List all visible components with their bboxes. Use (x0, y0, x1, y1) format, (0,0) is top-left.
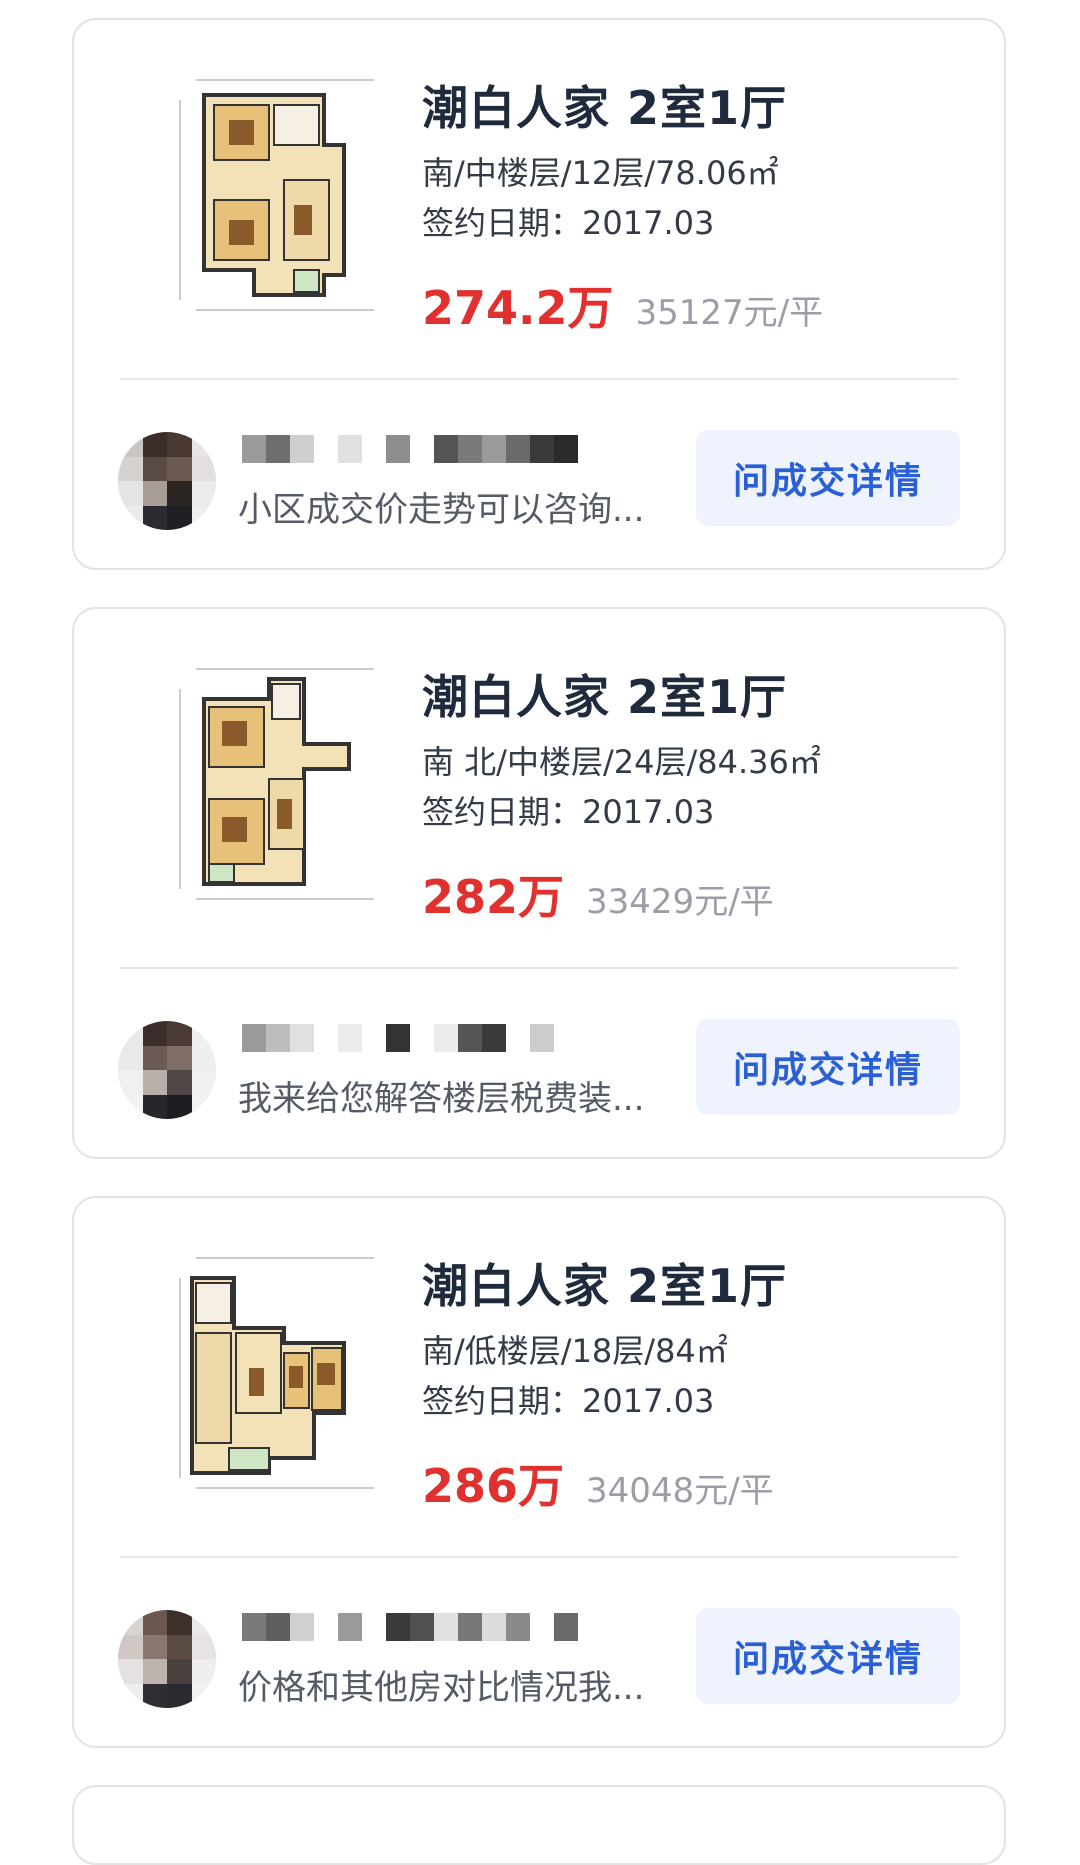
floor-plan-image[interactable] (174, 70, 394, 320)
unit-price: 35127元/平 (635, 293, 824, 333)
ask-deal-details-button[interactable]: 问成交详情 (696, 430, 960, 526)
divider (120, 378, 958, 380)
floor-plan-image[interactable] (174, 1248, 394, 1498)
listing-attributes: 南/低楼层/18层/84㎡ (422, 1332, 728, 1370)
ask-deal-details-button[interactable]: 问成交详情 (696, 1608, 960, 1704)
agent-name-blurred (242, 435, 602, 463)
unit-price: 33429元/平 (586, 882, 774, 922)
listing-title: 潮白人家 2室1厅 (422, 1259, 788, 1313)
agent-message: 我来给您解答楼层税费装... (238, 1079, 645, 1119)
price-row: 274.2万 35127元/平 (422, 272, 823, 338)
price-row: 286万 34048元/平 (422, 1450, 774, 1516)
agent-name-blurred (242, 1024, 602, 1052)
listing-title: 潮白人家 2室1厅 (422, 670, 788, 724)
sign-date: 签约日期：2017.03 (422, 1382, 715, 1420)
listing-card-1[interactable]: 潮白人家 2室1厅 南/中楼层/12层/78.06㎡ 签约日期：2017.03 … (72, 18, 1006, 570)
total-price: 274.2万 (422, 281, 614, 335)
agent-avatar[interactable] (118, 432, 216, 530)
divider (120, 967, 958, 969)
agent-avatar[interactable] (118, 1021, 216, 1119)
divider (120, 1556, 958, 1558)
total-price: 282万 (422, 870, 565, 924)
price-row: 282万 33429元/平 (422, 861, 774, 927)
listing-card-3[interactable]: 潮白人家 2室1厅 南/低楼层/18层/84㎡ 签约日期：2017.03 286… (72, 1196, 1006, 1748)
agent-message: 小区成交价走势可以咨询... (238, 490, 645, 530)
listing-card-4[interactable] (72, 1785, 1006, 1865)
agent-name-blurred (242, 1613, 602, 1641)
total-price: 286万 (422, 1459, 565, 1513)
floor-plan-image[interactable] (174, 659, 394, 909)
unit-price: 34048元/平 (586, 1471, 774, 1511)
sign-date: 签约日期：2017.03 (422, 204, 715, 242)
listing-card-2[interactable]: 潮白人家 2室1厅 南 北/中楼层/24层/84.36㎡ 签约日期：2017.0… (72, 607, 1006, 1159)
agent-avatar[interactable] (118, 1610, 216, 1708)
listing-attributes: 南/中楼层/12层/78.06㎡ (422, 154, 779, 192)
listing-attributes: 南 北/中楼层/24层/84.36㎡ (422, 743, 821, 781)
ask-deal-details-button[interactable]: 问成交详情 (696, 1019, 960, 1115)
listing-title: 潮白人家 2室1厅 (422, 81, 788, 135)
sign-date: 签约日期：2017.03 (422, 793, 715, 831)
agent-message: 价格和其他房对比情况我... (238, 1668, 645, 1708)
